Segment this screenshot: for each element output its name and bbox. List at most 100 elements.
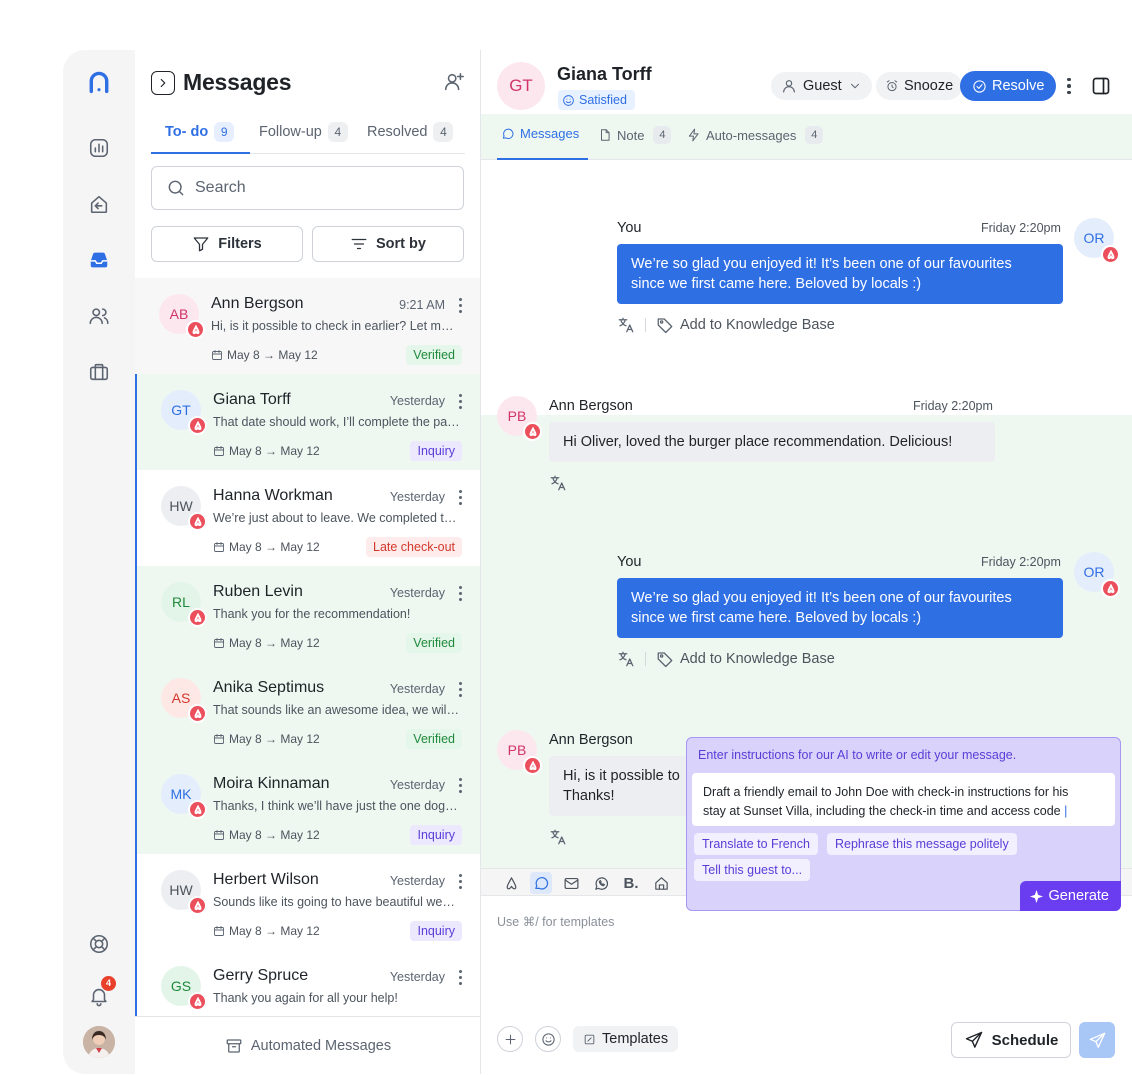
- translate-icon[interactable]: [549, 474, 567, 492]
- generate-button[interactable]: Generate: [1019, 881, 1121, 911]
- conversation-item[interactable]: AB Ann Bergson 9:21 AM Hi, is it possibl…: [135, 278, 480, 374]
- stay-dates-text: May 8 → May 12: [229, 732, 320, 746]
- add-user-icon: [444, 72, 464, 91]
- sort-label: Sort by: [376, 236, 426, 252]
- translate-icon[interactable]: [549, 828, 567, 846]
- filters-button[interactable]: Filters: [151, 226, 303, 262]
- bell-icon[interactable]: 4: [87, 976, 116, 1008]
- collapse-button[interactable]: [151, 71, 175, 95]
- guest-name: Herbert Wilson: [213, 871, 319, 888]
- snooze-label: Snooze: [904, 78, 954, 94]
- resolve-button[interactable]: Resolve: [960, 71, 1057, 101]
- page-title: Messages: [183, 69, 292, 95]
- send-icon: [1089, 1032, 1105, 1048]
- guest-name: Moira Kinnaman: [213, 775, 330, 792]
- snooze-button[interactable]: Snooze: [876, 72, 963, 100]
- tab-label: Note: [617, 127, 645, 143]
- stay-dates-text: May 8 → May 12: [229, 828, 320, 842]
- tab-note[interactable]: Note 4: [598, 126, 672, 144]
- templates-button[interactable]: Templates: [573, 1026, 679, 1052]
- more-options-icon[interactable]: [452, 584, 468, 602]
- message-preview: That date should work, I’ll complete the…: [213, 415, 461, 429]
- conversation-item[interactable]: HW Herbert Wilson Yesterday Sounds like …: [135, 854, 480, 950]
- add-attachment-button[interactable]: [497, 1026, 523, 1052]
- stay-dates-text: May 8 → May 12: [227, 348, 318, 362]
- send-button[interactable]: [1079, 1022, 1115, 1058]
- add-to-knowledge-base-button[interactable]: Add to Knowledge Base: [680, 317, 835, 333]
- guest-label: Guest: [803, 78, 842, 94]
- emoji-button[interactable]: [535, 1026, 561, 1052]
- divider: [645, 652, 646, 666]
- search-box: [151, 166, 464, 210]
- nav-rail: 4: [63, 50, 135, 1074]
- conversation-item[interactable]: GT Giana Torff Yesterday That date shoul…: [135, 374, 480, 470]
- conversation-item[interactable]: MK Moira Kinnaman Yesterday Thanks, I th…: [135, 758, 480, 854]
- more-options-icon[interactable]: [452, 968, 468, 986]
- more-options-icon[interactable]: [452, 488, 468, 506]
- add-to-knowledge-base-button[interactable]: Add to Knowledge Base: [680, 651, 835, 667]
- sidebar-toggle-icon[interactable]: [1091, 76, 1111, 96]
- airbnb-icon: [188, 992, 207, 1011]
- logo-icon[interactable]: [87, 70, 111, 94]
- booking-channel-icon[interactable]: B.: [620, 872, 642, 894]
- ai-suggestion-chip[interactable]: Tell this guest to...: [694, 859, 811, 881]
- more-options-icon[interactable]: [452, 776, 468, 794]
- check-circle-icon: [973, 79, 986, 93]
- list-header: Messages: [151, 69, 465, 97]
- whatsapp-channel-icon[interactable]: [590, 872, 612, 894]
- tab-label: Follow-up: [259, 124, 322, 140]
- message-actions: Add to Knowledge Base: [617, 316, 835, 334]
- message-preview: Thank you for the recommendation!: [213, 607, 411, 621]
- tab-auto-messages[interactable]: Auto-messages 4: [687, 126, 824, 144]
- user-avatar[interactable]: [83, 1026, 115, 1058]
- airbnb-channel-icon[interactable]: [500, 872, 522, 894]
- more-options-icon[interactable]: [452, 680, 468, 698]
- airbnb-icon: [188, 512, 207, 531]
- chat-channel-icon[interactable]: [530, 872, 552, 894]
- search-input[interactable]: [195, 179, 455, 197]
- support-icon[interactable]: [87, 932, 111, 956]
- composer-toolbar: Templates: [497, 1026, 679, 1052]
- tab-count: 4: [433, 122, 454, 142]
- stay-dates: May 8 → May 12: [211, 348, 318, 362]
- ai-prompt-input[interactable]: Draft a friendly email to John Doe with …: [692, 773, 1115, 826]
- translate-icon[interactable]: [617, 316, 635, 334]
- stay-dates: May 8 → May 12: [213, 924, 320, 938]
- automated-messages-button[interactable]: Automated Messages: [135, 1016, 481, 1074]
- calendar-icon: [214, 638, 224, 648]
- tab-messages[interactable]: Messages: [501, 126, 579, 141]
- conversation-item[interactable]: HW Hanna Workman Yesterday We’re just ab…: [135, 470, 480, 566]
- guest-name: Ruben Levin: [213, 583, 303, 600]
- add-user-button[interactable]: [443, 71, 465, 93]
- users-icon[interactable]: [87, 304, 111, 328]
- stay-dates: May 8 → May 12: [213, 444, 320, 458]
- more-options-icon[interactable]: [452, 392, 468, 410]
- conversation-item[interactable]: RL Ruben Levin Yesterday Thank you for t…: [135, 566, 480, 662]
- chat-tabs: Messages Note 4 Auto-messages 4: [481, 114, 1132, 160]
- tab-todo[interactable]: To- do 9: [165, 116, 235, 148]
- email-channel-icon[interactable]: [560, 872, 582, 894]
- conversation-time: Yesterday: [389, 778, 445, 792]
- composer-input[interactable]: Use ⌘/ for templates: [497, 914, 614, 929]
- conversation-item[interactable]: AS Anika Septimus Yesterday That sounds …: [135, 662, 480, 758]
- inbox-icon[interactable]: [87, 248, 111, 272]
- tab-resolved[interactable]: Resolved 4: [367, 116, 454, 148]
- ai-suggestion-chip[interactable]: Translate to French: [694, 833, 818, 855]
- translate-icon[interactable]: [617, 650, 635, 668]
- vrbo-channel-icon[interactable]: [650, 872, 672, 894]
- more-options-icon[interactable]: [452, 296, 468, 314]
- stay-dates: May 8 → May 12: [213, 636, 320, 650]
- calendar-icon: [212, 350, 222, 360]
- briefcase-icon[interactable]: [87, 360, 111, 384]
- schedule-button[interactable]: Schedule: [951, 1022, 1071, 1058]
- tab-follow-up[interactable]: Follow-up 4: [259, 116, 348, 148]
- conversation-item[interactable]: GS Gerry Spruce Yesterday Thank you agai…: [135, 950, 480, 1016]
- analytics-icon[interactable]: [87, 136, 111, 160]
- guest-dropdown[interactable]: Guest: [771, 72, 872, 100]
- back-arrow-icon[interactable]: [87, 192, 111, 216]
- sort-button[interactable]: Sort by: [312, 226, 464, 262]
- ai-suggestion-chip[interactable]: Rephrase this message politely: [827, 833, 1017, 855]
- more-options-icon[interactable]: [452, 872, 468, 890]
- sender-name: You: [617, 220, 642, 236]
- more-options-icon[interactable]: [1065, 76, 1073, 96]
